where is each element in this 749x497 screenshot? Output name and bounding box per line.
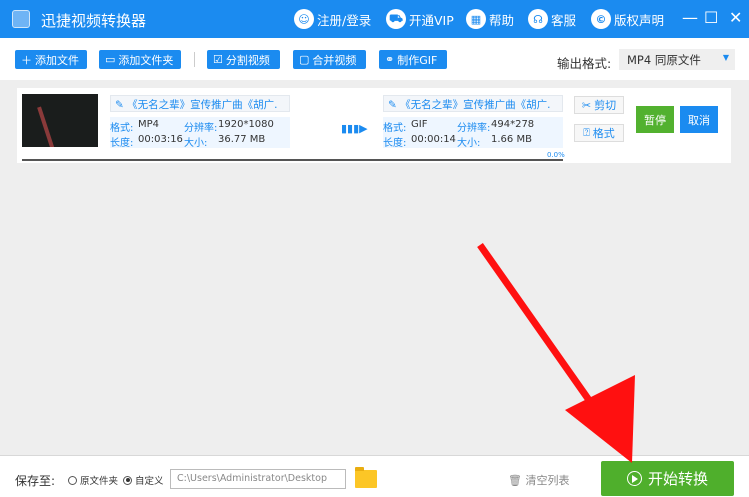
target-duration: 00:00:14 xyxy=(411,134,456,145)
copyright-button[interactable]: © 版权声明 xyxy=(591,9,664,29)
target-resolution: 494*278 xyxy=(491,119,535,130)
add-folder-label: 添加文件夹 xyxy=(118,53,174,67)
grid-icon: ▦ xyxy=(466,9,486,29)
login-button[interactable]: ☺ 注册/登录 xyxy=(294,9,371,29)
radio-icon xyxy=(68,475,77,485)
login-label: 注册/登录 xyxy=(317,12,372,28)
format-button[interactable]: ⍰ 格式 xyxy=(574,124,624,142)
folder-icon[interactable] xyxy=(355,467,377,488)
target-format: GIF xyxy=(411,119,428,130)
cut-button[interactable]: ✂ 剪切 xyxy=(574,96,624,114)
file-question-icon: ⍰ xyxy=(583,126,590,139)
target-size: 1.66 MB xyxy=(491,134,532,145)
progress-bar xyxy=(22,159,563,161)
split-video-button[interactable]: ☑ 分割视频 xyxy=(207,50,280,69)
progress-text: 0.0% xyxy=(547,151,565,159)
user-icon: ☺ xyxy=(294,9,314,29)
vip-button[interactable]: ⛟ 开通VIP xyxy=(386,9,454,29)
gif-icon: ⚭ xyxy=(385,53,395,66)
target-name[interactable]: ✎ 《无名之辈》宣传推广曲《胡广. xyxy=(383,95,563,112)
label: 分辨率: xyxy=(184,123,218,134)
app-title: 迅捷视频转换器 xyxy=(41,12,147,30)
cancel-button[interactable]: 取消 xyxy=(680,106,718,133)
split-label: 分割视频 xyxy=(225,53,270,67)
radio-label: 原文件夹 xyxy=(80,476,119,487)
plus-icon: ＋ xyxy=(21,53,32,67)
service-label: 客服 xyxy=(551,12,577,28)
radio-label: 自定义 xyxy=(135,476,164,487)
label: 长度: xyxy=(110,138,134,149)
start-label: 开始转换 xyxy=(647,470,708,488)
app-logo-icon xyxy=(12,10,30,28)
maximize-button[interactable]: ☐ xyxy=(704,8,718,27)
output-format-select[interactable]: MP4 同原文件 ▼ xyxy=(619,49,735,70)
pencil-icon: ✎ xyxy=(115,99,124,111)
close-button[interactable]: ✕ xyxy=(729,8,742,27)
headset-icon: ☊ xyxy=(528,9,548,29)
start-convert-button[interactable]: 开始转换 xyxy=(601,461,734,496)
video-thumbnail xyxy=(22,94,98,147)
source-info: 格式: MP4 分辨率: 1920*1080 长度: 00:03:16 大小: … xyxy=(110,117,290,149)
label: 长度: xyxy=(383,138,407,149)
radio-custom[interactable]: 自定义 xyxy=(123,473,164,487)
file-icon: ▭ xyxy=(105,53,116,66)
output-format-label: 输出格式: xyxy=(557,56,612,71)
merge-icon: ▢ xyxy=(299,53,310,66)
source-name-text: 《无名之辈》宣传推广曲《胡广. xyxy=(127,99,278,111)
divider xyxy=(194,52,195,67)
add-folder-button[interactable]: ▭ 添加文件夹 xyxy=(99,50,181,69)
service-button[interactable]: ☊ 客服 xyxy=(528,9,576,29)
gif-label: 制作GIF xyxy=(397,53,438,67)
label: 格式: xyxy=(383,123,407,134)
add-file-label: 添加文件 xyxy=(35,53,79,67)
chevron-down-icon: ▼ xyxy=(722,53,729,62)
clear-list-button[interactable]: 🗑 清空列表 xyxy=(508,472,569,488)
save-path-input[interactable]: C:\Users\Administrator\Desktop xyxy=(170,469,346,489)
title-bar: 迅捷视频转换器 ☺ 注册/登录 ⛟ 开通VIP ▦ 帮助 ☊ 客服 © 版权声明 — ☐ … xyxy=(0,0,749,38)
target-info: 格式: GIF 分辨率: 494*278 长度: 00:00:14 大小: 1.… xyxy=(383,117,563,149)
source-duration: 00:03:16 xyxy=(138,134,183,145)
crop-icon: ☑ xyxy=(213,53,223,66)
scissors-icon: ✂ xyxy=(581,98,592,112)
target-name-text: 《无名之辈》宣传推广曲《胡广. xyxy=(400,99,551,111)
label: 格式: xyxy=(110,123,134,134)
file-list-item: ✎ 《无名之辈》宣传推广曲《胡广. 格式: MP4 分辨率: 1920*1080… xyxy=(17,88,731,163)
bottom-bar: 保存至: 原文件夹 自定义 C:\Users\Administrator\Des… xyxy=(0,455,749,497)
source-resolution: 1920*1080 xyxy=(218,119,274,130)
source-name[interactable]: ✎ 《无名之辈》宣传推广曲《胡广. xyxy=(110,95,290,112)
pencil-icon: ✎ xyxy=(388,99,397,111)
output-format-value: MP4 同原文件 xyxy=(627,53,701,67)
label: 大小: xyxy=(457,138,481,149)
copyright-icon: © xyxy=(591,9,611,29)
label: 分辨率: xyxy=(457,123,491,134)
toolbar: ＋添加文件 ▭ 添加文件夹 ☑ 分割视频 ▢ 合并视频 ⚭ 制作GIF 输出格式: MP… xyxy=(0,38,749,80)
help-label: 帮助 xyxy=(489,12,515,28)
source-format: MP4 xyxy=(138,119,160,130)
vip-label: 开通VIP xyxy=(409,12,454,28)
trash-icon: 🗑 xyxy=(508,474,522,487)
cut-label: 剪切 xyxy=(594,99,617,112)
help-button[interactable]: ▦ 帮助 xyxy=(466,9,514,29)
clear-label: 清空列表 xyxy=(525,474,570,487)
play-icon xyxy=(626,471,642,486)
save-to-label: 保存至: xyxy=(15,474,56,488)
cart-icon: ⛟ xyxy=(386,9,406,29)
make-gif-button[interactable]: ⚭ 制作GIF xyxy=(379,50,447,69)
source-size: 36.77 MB xyxy=(218,134,266,145)
add-file-button[interactable]: ＋添加文件 xyxy=(15,50,87,69)
merge-video-button[interactable]: ▢ 合并视频 xyxy=(293,50,366,69)
label: 大小: xyxy=(184,138,208,149)
radio-checked-icon xyxy=(123,475,132,485)
convert-arrow-icon: ▮▮▮▶ xyxy=(341,122,368,135)
copyright-label: 版权声明 xyxy=(614,12,665,28)
format-label: 格式 xyxy=(592,127,615,140)
merge-label: 合并视频 xyxy=(312,53,357,67)
pause-button[interactable]: 暂停 xyxy=(636,106,674,133)
radio-original-folder[interactable]: 原文件夹 xyxy=(68,473,118,487)
minimize-button[interactable]: — xyxy=(682,8,698,27)
